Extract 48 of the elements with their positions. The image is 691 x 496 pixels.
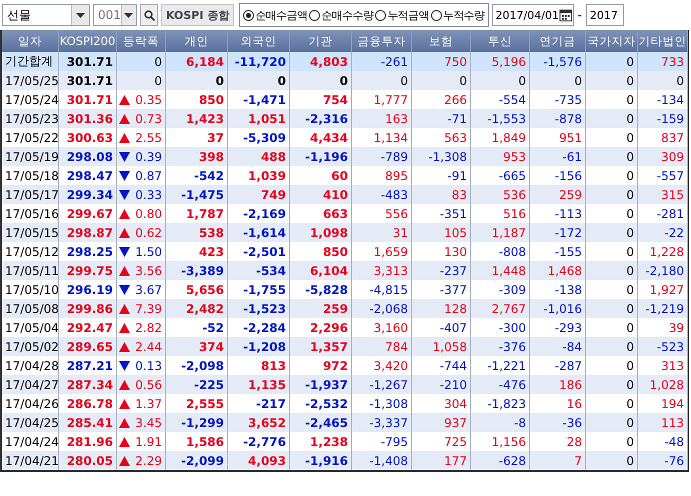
caret-icon (76, 12, 85, 18)
search-icon (144, 10, 154, 20)
table-cell: -1,916 (290, 451, 352, 470)
index-cell: 280.05 (59, 451, 117, 470)
change-value: 3.56 (135, 264, 162, 278)
change-value: 0.87 (135, 168, 162, 182)
change-value: 2.29 (135, 454, 162, 468)
change-value: 3.45 (135, 416, 162, 430)
table-cell: -1,408 (352, 451, 412, 470)
change-value: 1.37 (135, 396, 162, 410)
index-name-label: KOSPI 종합 (161, 4, 234, 26)
change-value: 1.50 (135, 244, 162, 258)
table-cell: 177 (412, 451, 471, 470)
radio-option[interactable]: 순매수금액 (243, 8, 308, 22)
change-value: 0.80 (135, 206, 162, 220)
market-dropdown[interactable]: 선물 (2, 4, 90, 26)
caret-icon (124, 12, 134, 18)
code-dropdown[interactable]: 001 (93, 4, 137, 26)
change-value: 0 (154, 74, 162, 88)
table-cell: 0 (586, 451, 638, 470)
change-value: 0.35 (135, 92, 162, 106)
change-value: 0.39 (135, 150, 162, 164)
change-value: 0.33 (135, 188, 162, 202)
change-value: 0.73 (135, 112, 162, 126)
search-button[interactable] (140, 4, 158, 26)
date-separator: - (576, 8, 583, 22)
change-value: 3.67 (135, 282, 162, 296)
table-cell: 4,093 (228, 451, 290, 470)
end-date-field[interactable]: 2017 (586, 4, 624, 26)
start-date-field[interactable]: 2017/04/01 (492, 4, 574, 26)
radio-option[interactable]: 누적수량 (430, 8, 485, 22)
change-value: 1.91 (135, 434, 162, 448)
change-value: 0.56 (135, 378, 162, 392)
change-value: 0.62 (135, 226, 162, 240)
radio-option[interactable]: 누적금액 (375, 8, 429, 22)
table-cell: -2,099 (166, 451, 228, 470)
change-value: 0.13 (135, 358, 162, 372)
change-value: 2.82 (135, 320, 162, 334)
calendar-icon (558, 8, 573, 22)
table-cell: -76 (638, 451, 688, 470)
change-value: 2.55 (135, 130, 162, 144)
date-cell: 17/04/21 (2, 451, 59, 470)
table-cell: 7 (530, 451, 586, 470)
change-value: 7.39 (135, 302, 162, 316)
radio-option[interactable]: 순매수수량 (309, 8, 374, 22)
change-value: 0 (154, 54, 162, 68)
table-cell: -628 (471, 451, 530, 470)
change-value: 2.44 (135, 340, 162, 354)
